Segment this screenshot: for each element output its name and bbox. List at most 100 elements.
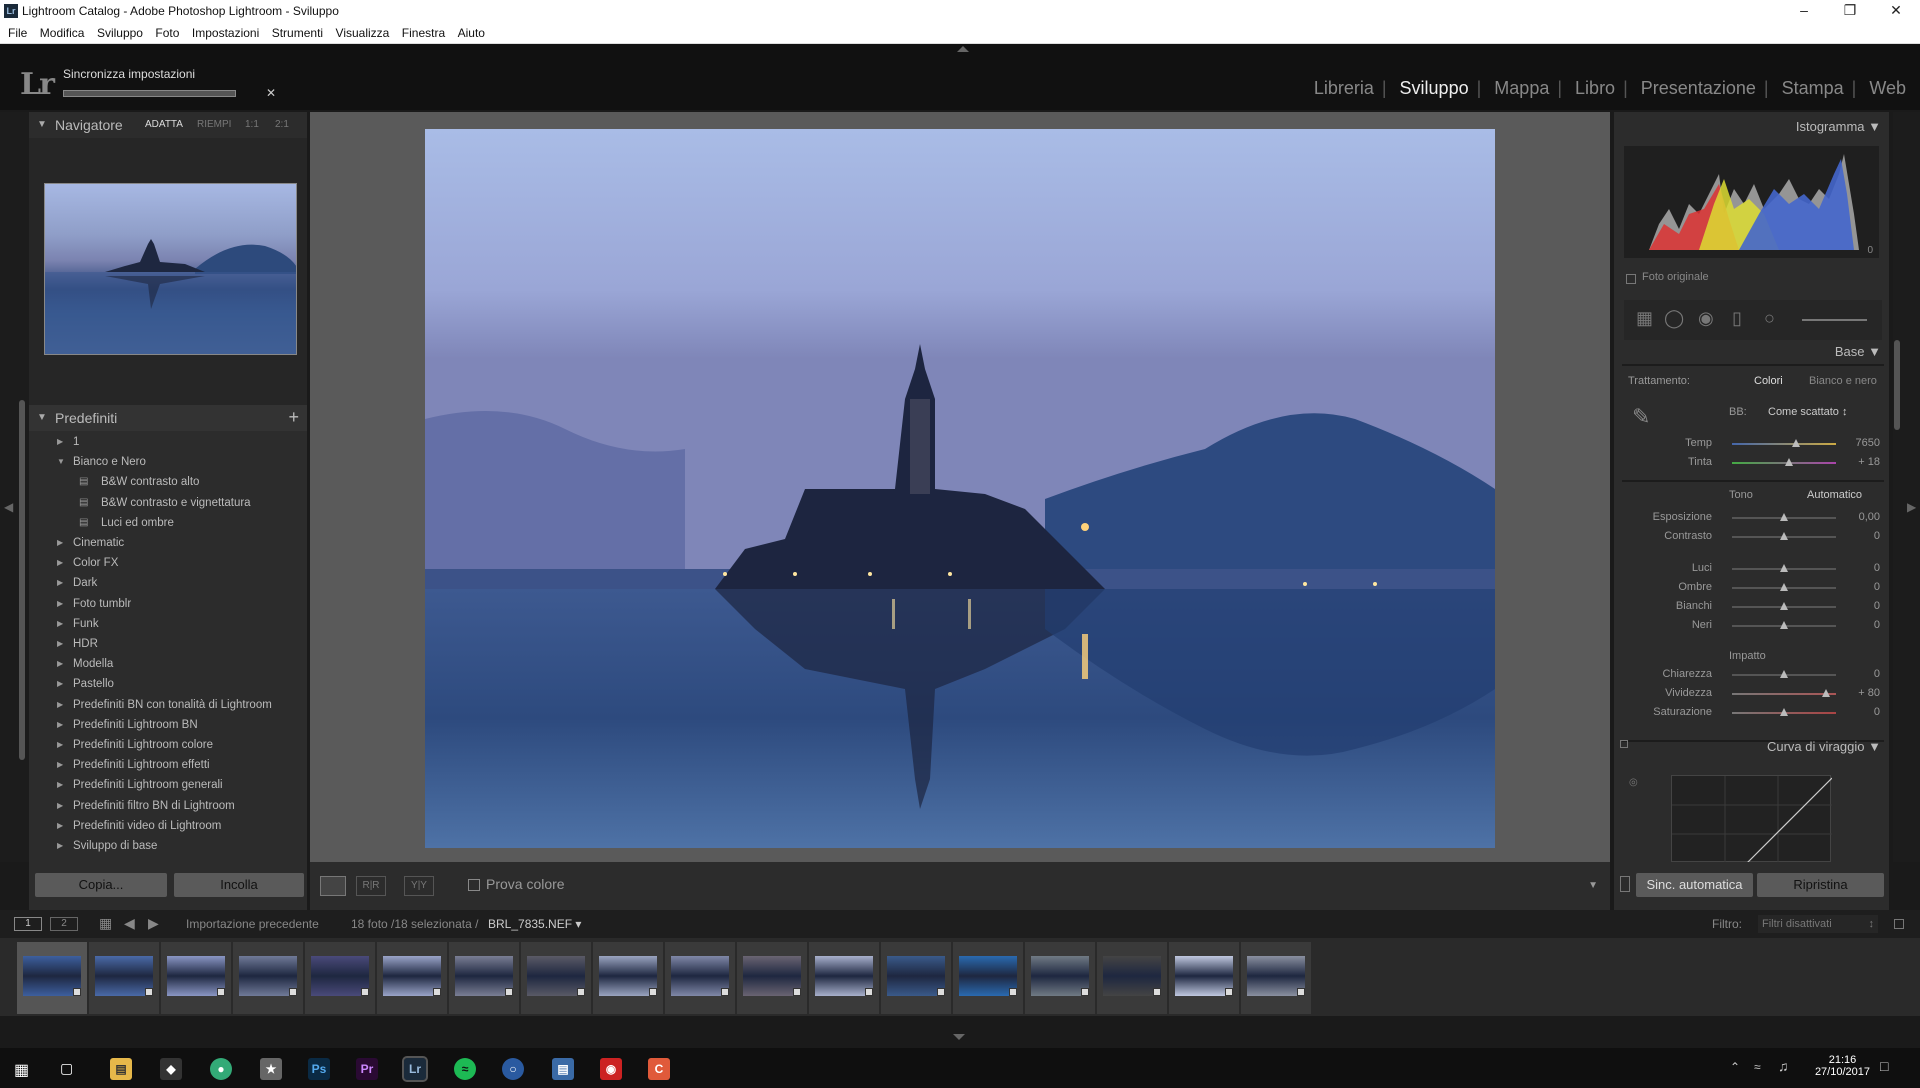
slider-track[interactable]	[1732, 443, 1836, 445]
module-presentazione[interactable]: Presentazione	[1641, 78, 1756, 98]
before-after-yy-icon[interactable]: Y|Y	[404, 876, 434, 896]
slider-value[interactable]: 0	[1844, 619, 1880, 631]
filmstrip-source[interactable]: Importazione precedente	[186, 917, 319, 931]
zoom-2-1[interactable]: 2:1	[275, 112, 289, 138]
slider-value[interactable]: 0	[1844, 706, 1880, 718]
module-web[interactable]: Web	[1869, 78, 1906, 98]
cancel-sync-icon[interactable]: ✕	[266, 86, 276, 100]
slider-thumb[interactable]	[1780, 621, 1788, 629]
zoom-fill[interactable]: RIEMPI	[197, 112, 231, 138]
preset-item[interactable]: ▤ B&W contrasto alto	[29, 472, 307, 492]
filmstrip-thumbnail[interactable]	[1025, 942, 1095, 1014]
original-photo-checkbox[interactable]	[1626, 274, 1636, 284]
wb-select[interactable]: Come scattato ↕	[1768, 406, 1847, 418]
preset-folder[interactable]: ▶ 1	[29, 432, 307, 452]
preset-folder[interactable]: ▶ Pastello	[29, 674, 307, 694]
preset-folder[interactable]: ▼ Bianco e Nero	[29, 452, 307, 472]
filmstrip-thumbnail[interactable]	[17, 942, 87, 1014]
filmstrip-thumbnail[interactable]	[953, 942, 1023, 1014]
slider-thumb[interactable]	[1780, 602, 1788, 610]
window-1-button[interactable]: 1	[14, 917, 42, 931]
slider-value[interactable]: 0	[1844, 562, 1880, 574]
spot-removal-icon[interactable]: ◯	[1664, 308, 1684, 329]
zoom-1-1[interactable]: 1:1	[245, 112, 259, 138]
redeye-icon[interactable]: ◉	[1698, 308, 1714, 329]
navigator-thumbnail[interactable]	[44, 183, 297, 355]
menu-strumenti[interactable]: Strumenti	[272, 22, 323, 44]
filmstrip-thumbnail[interactable]	[305, 942, 375, 1014]
filmstrip-thumbnail[interactable]	[737, 942, 807, 1014]
main-photo[interactable]	[425, 129, 1495, 848]
menu-finestra[interactable]: Finestra	[402, 22, 445, 44]
zoom-fit[interactable]: ADATTA	[145, 112, 183, 138]
menu-sviluppo[interactable]: Sviluppo	[97, 22, 143, 44]
photoshop-icon[interactable]: Ps	[308, 1058, 330, 1080]
slider-thumb[interactable]	[1780, 513, 1788, 521]
app-circle-icon[interactable]: ○	[502, 1058, 524, 1080]
app-icon[interactable]: ★	[260, 1058, 282, 1080]
preset-folder[interactable]: ▶ Cinematic	[29, 533, 307, 553]
loupe-view-icon[interactable]	[320, 876, 346, 896]
network-icon[interactable]: ≈	[1754, 1060, 1761, 1074]
slider-value[interactable]: + 80	[1844, 687, 1880, 699]
clock[interactable]: 21:16 27/10/2017	[1815, 1054, 1870, 1078]
premiere-icon[interactable]: Pr	[356, 1058, 378, 1080]
lightroom-icon[interactable]: Lr	[402, 1056, 428, 1082]
preset-folder[interactable]: ▶ Predefiniti Lightroom colore	[29, 735, 307, 755]
back-arrow-icon[interactable]: ◀	[124, 915, 135, 932]
grid-view-icon[interactable]: ▦	[99, 915, 112, 932]
volume-icon[interactable]: ♫	[1778, 1058, 1789, 1074]
filmstrip-thumbnail[interactable]	[1241, 942, 1311, 1014]
filmstrip-thumbnail[interactable]	[233, 942, 303, 1014]
filmstrip-thumbnail[interactable]	[377, 942, 447, 1014]
presets-header[interactable]: ▼ Predefiniti +	[29, 405, 307, 431]
filmstrip-filename[interactable]: BRL_7835.NEF ▾	[488, 917, 581, 931]
collapse-triangle-icon[interactable]: ▼	[37, 112, 47, 138]
creative-cloud-icon[interactable]: ◉	[600, 1058, 622, 1080]
tray-chevron-icon[interactable]: ⌃	[1730, 1060, 1740, 1074]
graduated-filter-icon[interactable]: ▯	[1732, 308, 1742, 329]
menu-foto[interactable]: Foto	[155, 22, 179, 44]
preset-folder[interactable]: ▶ Foto tumblr	[29, 594, 307, 614]
preset-folder[interactable]: ▶ Color FX	[29, 553, 307, 573]
module-stampa[interactable]: Stampa	[1782, 78, 1844, 98]
treatment-color[interactable]: Colori	[1754, 375, 1783, 387]
preset-folder[interactable]: ▶ Modella	[29, 654, 307, 674]
basic-title[interactable]: Base ▼	[1835, 344, 1881, 359]
slider-thumb[interactable]	[1780, 708, 1788, 716]
expand-left-icon[interactable]: ◀	[4, 500, 13, 514]
filmstrip-thumbnail[interactable]	[521, 942, 591, 1014]
preset-folder[interactable]: ▶ HDR	[29, 634, 307, 654]
menu-modifica[interactable]: Modifica	[40, 22, 85, 44]
slider-value[interactable]: 0	[1844, 600, 1880, 612]
module-mappa[interactable]: Mappa	[1494, 78, 1549, 98]
windows-start-icon[interactable]: ▦	[14, 1060, 29, 1080]
slider-thumb[interactable]	[1780, 670, 1788, 678]
module-libro[interactable]: Libro	[1575, 78, 1615, 98]
histogram-title[interactable]: Istogramma ▼	[1796, 119, 1881, 134]
close-icon[interactable]: ✕	[1873, 0, 1919, 22]
copy-button[interactable]: Copia...	[35, 873, 167, 897]
radial-filter-icon[interactable]: ○	[1764, 308, 1775, 329]
before-after-icon[interactable]: R|R	[356, 876, 386, 896]
preset-folder[interactable]: ▶ Dark	[29, 573, 307, 593]
menu-impostazioni[interactable]: Impostazioni	[192, 22, 259, 44]
adjustment-brush-icon[interactable]	[1802, 319, 1867, 321]
collapse-bottom-icon[interactable]	[953, 1034, 965, 1040]
toolbar-menu-icon[interactable]: ▼	[1588, 880, 1598, 891]
spotify-icon[interactable]: ≈	[454, 1058, 476, 1080]
histogram[interactable]: 0	[1624, 146, 1879, 258]
wb-picker-icon[interactable]: ✎	[1632, 404, 1650, 430]
sync-toggle[interactable]	[1620, 876, 1630, 892]
add-preset-icon[interactable]: +	[288, 407, 299, 428]
preset-item[interactable]: ▤ B&W contrasto e vignettatura	[29, 493, 307, 513]
notifications-icon[interactable]: □	[1880, 1058, 1888, 1074]
slider-thumb[interactable]	[1821, 689, 1830, 697]
forward-arrow-icon[interactable]: ▶	[148, 915, 159, 932]
menu-file[interactable]: File	[8, 22, 27, 44]
filmstrip-thumbnail[interactable]	[1169, 942, 1239, 1014]
expand-right-icon[interactable]: ▶	[1907, 500, 1916, 514]
slider-thumb[interactable]	[1780, 564, 1788, 572]
preset-item[interactable]: ▤ Luci ed ombre	[29, 513, 307, 533]
slider-track[interactable]	[1732, 462, 1836, 464]
